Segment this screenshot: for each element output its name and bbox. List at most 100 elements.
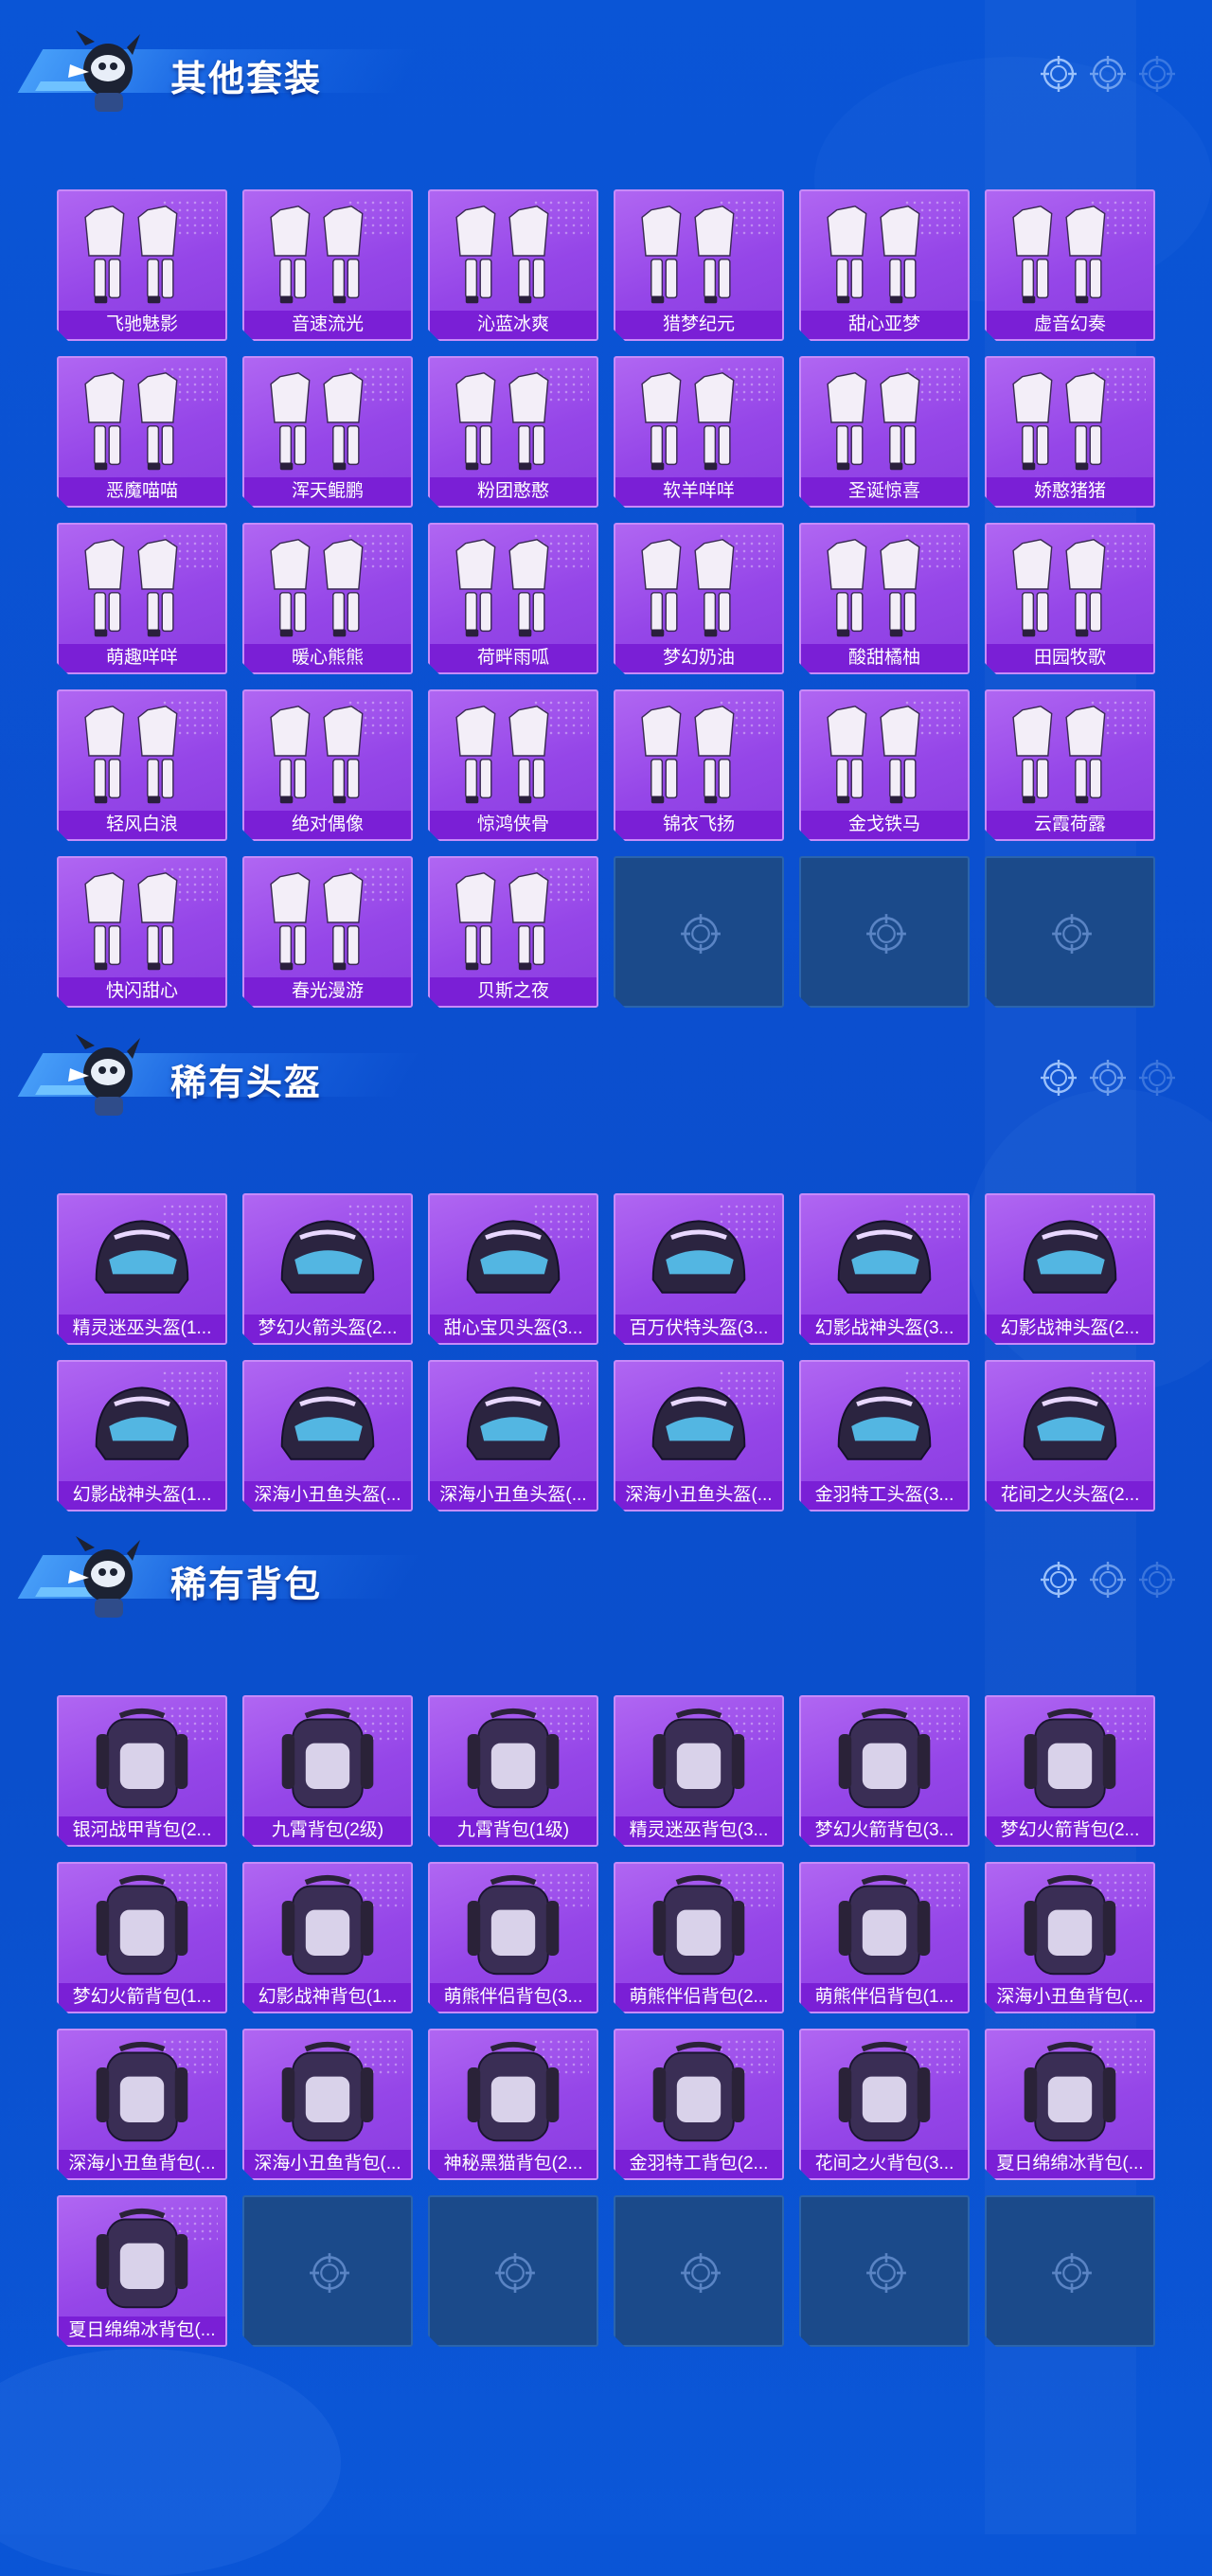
item-card[interactable]: 惊鸿侠骨 xyxy=(428,689,598,841)
item-card[interactable]: 夏日绵绵冰背包(... xyxy=(985,2029,1155,2180)
item-name: 轻风白浪 xyxy=(59,811,225,839)
outfit-icon xyxy=(254,534,401,642)
item-card[interactable]: 夏日绵绵冰背包(... xyxy=(57,2195,227,2347)
item-name: 惊鸿侠骨 xyxy=(430,811,597,839)
section-title: 其他套装 xyxy=(170,60,323,99)
item-card[interactable]: 银河战甲背包(2... xyxy=(57,1695,227,1847)
item-card[interactable]: 萌熊伴侣背包(3... xyxy=(428,1862,598,2013)
item-name: 暖心熊熊 xyxy=(244,644,411,672)
backpack-icon xyxy=(68,2207,216,2315)
item-card[interactable]: 快闪甜心 xyxy=(57,856,227,1008)
item-card[interactable]: 百万伏特头盔(3... xyxy=(614,1193,784,1345)
item-card[interactable]: 精灵迷巫背包(3... xyxy=(614,1695,784,1847)
item-card[interactable]: 深海小丑鱼头盔(... xyxy=(242,1360,413,1512)
outfit-icon xyxy=(996,201,1144,309)
item-name: 夏日绵绵冰背包(... xyxy=(987,2150,1153,2178)
item-card[interactable]: 沁蓝冰爽 xyxy=(428,189,598,341)
item-card[interactable]: 深海小丑鱼背包(... xyxy=(57,2029,227,2180)
item-card[interactable]: 深海小丑鱼头盔(... xyxy=(428,1360,598,1512)
item-card[interactable]: 贝斯之夜 xyxy=(428,856,598,1008)
item-name: 圣诞惊喜 xyxy=(801,477,968,506)
item-card[interactable]: 娇憨猪猪 xyxy=(985,356,1155,508)
item-name: 深海小丑鱼背包(... xyxy=(59,2150,225,2178)
item-card[interactable]: 飞驰魅影 xyxy=(57,189,227,341)
item-card[interactable]: 幻影战神头盔(2... xyxy=(985,1193,1155,1345)
item-card[interactable]: 九霄背包(1级) xyxy=(428,1695,598,1847)
item-card[interactable]: 梦幻火箭背包(3... xyxy=(799,1695,970,1847)
item-card[interactable]: 萌趣咩咩 xyxy=(57,523,227,674)
item-name: 音速流光 xyxy=(244,311,411,339)
item-card[interactable]: 猎梦纪元 xyxy=(614,189,784,341)
item-card[interactable]: 浑天鲲鹏 xyxy=(242,356,413,508)
outfit-icon xyxy=(811,201,958,309)
item-name: 幻影战神头盔(3... xyxy=(801,1315,968,1343)
item-card[interactable]: 音速流光 xyxy=(242,189,413,341)
item-card[interactable]: 金戈铁马 xyxy=(799,689,970,841)
item-card[interactable]: 田园牧歌 xyxy=(985,523,1155,674)
item-card[interactable]: 萌熊伴侣背包(2... xyxy=(614,1862,784,2013)
outfit-icon xyxy=(68,701,216,809)
item-card[interactable]: 萌熊伴侣背包(1... xyxy=(799,1862,970,2013)
item-card[interactable]: 甜心亚梦 xyxy=(799,189,970,341)
crosshair-icon xyxy=(1089,1561,1127,1599)
item-card[interactable]: 精灵迷巫头盔(1... xyxy=(57,1193,227,1345)
backpack-icon xyxy=(68,1873,216,1981)
item-card[interactable]: 粉团憨憨 xyxy=(428,356,598,508)
item-card[interactable]: 轻风白浪 xyxy=(57,689,227,841)
item-card[interactable]: 绝对偶像 xyxy=(242,689,413,841)
item-card[interactable]: 幻影战神头盔(3... xyxy=(799,1193,970,1345)
item-card[interactable]: 金羽特工头盔(3... xyxy=(799,1360,970,1512)
item-card[interactable]: 暖心熊熊 xyxy=(242,523,413,674)
item-card[interactable]: 荷畔雨呱 xyxy=(428,523,598,674)
item-grid: 精灵迷巫头盔(1... 梦幻火箭头盔(2... 甜心宝贝头盔(3... 百万伏特… xyxy=(57,1193,1155,1512)
item-card[interactable]: 神秘黑猫背包(2... xyxy=(428,2029,598,2180)
section-title: 稀有头盔 xyxy=(170,1064,323,1103)
outfit-icon xyxy=(625,701,773,809)
item-card[interactable]: 甜心宝贝头盔(3... xyxy=(428,1193,598,1345)
item-card[interactable]: 酸甜橘柚 xyxy=(799,523,970,674)
helmet-icon xyxy=(439,1371,587,1479)
item-name: 神秘黑猫背包(2... xyxy=(430,2150,597,2178)
item-card[interactable]: 软羊咩咩 xyxy=(614,356,784,508)
item-card[interactable]: 花间之火背包(3... xyxy=(799,2029,970,2180)
crosshair-icon xyxy=(1089,1059,1127,1097)
item-card[interactable]: 梦幻火箭背包(2... xyxy=(985,1695,1155,1847)
item-card[interactable]: 梦幻火箭背包(1... xyxy=(57,1862,227,2013)
item-card[interactable]: 梦幻奶油 xyxy=(614,523,784,674)
outfit-icon xyxy=(996,367,1144,475)
item-card[interactable]: 金羽特工背包(2... xyxy=(614,2029,784,2180)
item-card[interactable]: 九霄背包(2级) xyxy=(242,1695,413,1847)
outfit-icon xyxy=(68,367,216,475)
item-card[interactable]: 云霞荷露 xyxy=(985,689,1155,841)
item-card[interactable]: 锦衣飞扬 xyxy=(614,689,784,841)
item-name: 精灵迷巫背包(3... xyxy=(615,1816,782,1845)
item-name: 深海小丑鱼背包(... xyxy=(987,1983,1153,2012)
item-card[interactable]: 花间之火头盔(2... xyxy=(985,1360,1155,1512)
helmet-icon xyxy=(254,1371,401,1479)
backpack-icon xyxy=(254,1707,401,1815)
backpack-icon xyxy=(439,2040,587,2148)
item-card[interactable]: 幻影战神背包(1... xyxy=(242,1862,413,2013)
item-name: 甜心亚梦 xyxy=(801,311,968,339)
item-name: 田园牧歌 xyxy=(987,644,1153,672)
item-name: 沁蓝冰爽 xyxy=(430,311,597,339)
item-card[interactable]: 梦幻火箭头盔(2... xyxy=(242,1193,413,1345)
section-header: 稀有背包 xyxy=(0,1506,1212,1618)
section-helmet: 稀有头盔 精灵迷巫头盔(1... 梦幻火箭头盔(2... 甜心宝贝头盔(3...… xyxy=(0,1004,1212,1108)
crosshair-decor xyxy=(1040,1561,1176,1599)
item-card[interactable]: 春光漫游 xyxy=(242,856,413,1008)
item-card[interactable]: 深海小丑鱼背包(... xyxy=(985,1862,1155,2013)
item-card[interactable]: 深海小丑鱼背包(... xyxy=(242,2029,413,2180)
outfit-icon xyxy=(811,534,958,642)
item-card[interactable]: 虚音幻奏 xyxy=(985,189,1155,341)
item-name: 虚音幻奏 xyxy=(987,311,1153,339)
section-header: 稀有头盔 xyxy=(0,1004,1212,1116)
item-card[interactable]: 圣诞惊喜 xyxy=(799,356,970,508)
outfit-icon xyxy=(439,701,587,809)
item-card[interactable]: 深海小丑鱼头盔(... xyxy=(614,1360,784,1512)
outfit-icon xyxy=(68,868,216,975)
item-name: 酸甜橘柚 xyxy=(801,644,968,672)
item-card[interactable]: 幻影战神头盔(1... xyxy=(57,1360,227,1512)
item-card[interactable]: 恶魔喵喵 xyxy=(57,356,227,508)
crosshair-icon xyxy=(680,2252,722,2294)
